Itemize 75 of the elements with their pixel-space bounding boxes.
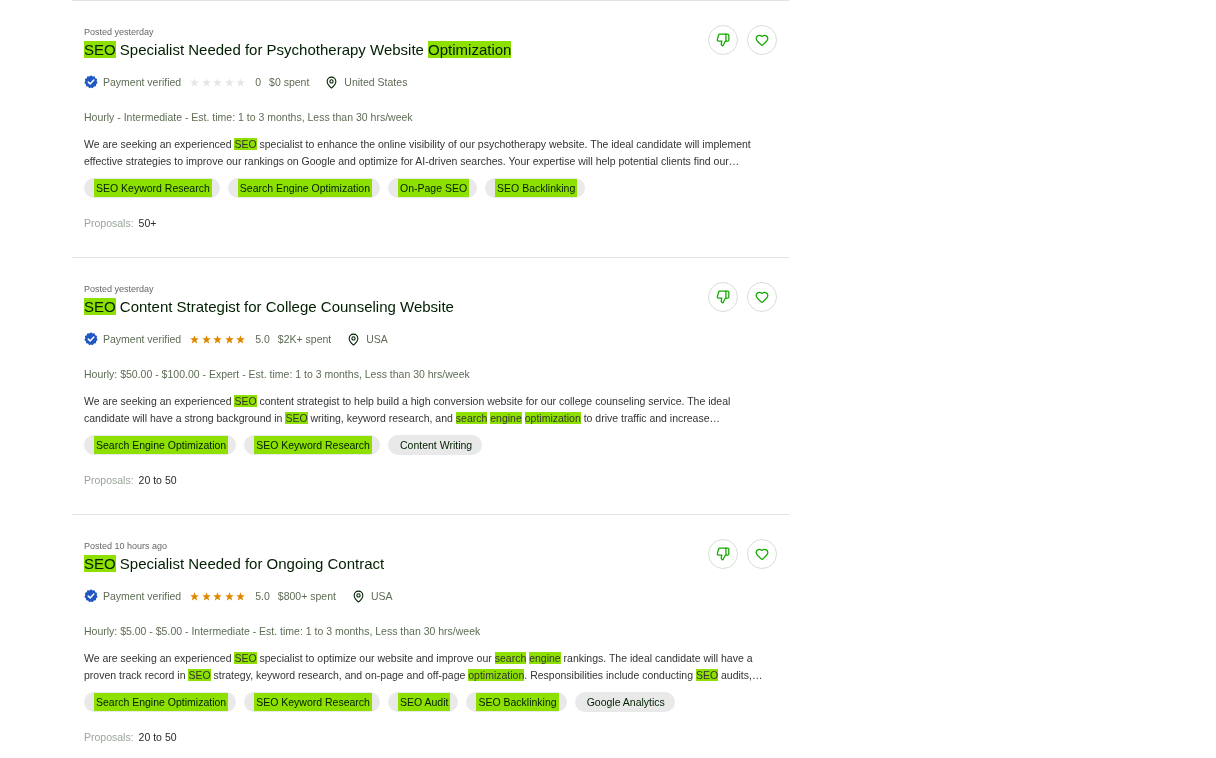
star-icon xyxy=(213,77,223,87)
client-rating: 5.0 xyxy=(255,333,270,345)
job-description: We are seeking an experienced SEO specialist to enhance the online visibility of our psychotherapy website. The ideal candidate will implement effective strategies to improve our rankings on Google and optimize for AI-driven searches. Your expertise will help potential clients find our… xyxy=(84,137,752,169)
star-icon xyxy=(213,334,223,344)
job-title[interactable]: SEO Content Strategist for College Counseling Website xyxy=(84,296,454,318)
star-icon xyxy=(190,591,200,601)
payment-status: Payment verified xyxy=(103,590,182,602)
job-description: We are seeking an experienced SEO specialist to optimize our website and improve our search engine rankings. The ideal candidate will have a proven track record in SEO strategy, keyword research, and on-page and off-page optimization. Responsibilities include conducting SEO audits,… xyxy=(84,651,764,683)
skill-tag[interactable]: SEO Keyword Research xyxy=(244,435,380,455)
dislike-button[interactable] xyxy=(708,25,738,55)
location-pin-icon xyxy=(347,332,361,346)
job-terms: Hourly: $5.00 - $5.00 - Intermediate - Est. time: 1 to 3 months, Less than 30 hrs/week xyxy=(84,624,482,639)
heart-icon xyxy=(755,290,769,304)
skill-tag[interactable]: SEO Keyword Research xyxy=(84,178,220,198)
job-title[interactable]: SEO Specialist Needed for Ongoing Contract xyxy=(84,553,385,575)
client-spent: $0 spent xyxy=(269,76,310,88)
save-button[interactable] xyxy=(747,25,777,55)
posted-time: Posted yesterday xyxy=(84,283,154,295)
dislike-button[interactable] xyxy=(708,282,738,312)
heart-icon xyxy=(755,547,769,561)
skill-tag[interactable]: Search Engine Optimization xyxy=(227,178,380,198)
dislike-button[interactable] xyxy=(708,539,738,569)
verified-badge-icon xyxy=(84,75,98,89)
star-icon xyxy=(213,591,223,601)
star-icon xyxy=(224,334,234,344)
posted-time: Posted 10 hours ago xyxy=(84,540,168,552)
location-pin-icon xyxy=(351,589,365,603)
star-icon xyxy=(190,334,200,344)
star-icon xyxy=(224,591,234,601)
thumbs-down-icon xyxy=(716,33,730,47)
client-location: USA xyxy=(370,590,393,602)
skill-tag[interactable]: SEO Backlinking xyxy=(485,178,586,198)
job-description: We are seeking an experienced SEO content strategist to help build a high conversion website for our college counseling service. The ideal candidate will have a strong background in SEO writing, keyword research, and search engine optimization to drive traffic and increase… xyxy=(84,394,732,426)
proposals-label: Proposals: xyxy=(84,730,134,745)
star-icon xyxy=(201,334,211,344)
client-rating: 5.0 xyxy=(255,590,270,602)
star-icon xyxy=(224,77,234,87)
client-spent: $2K+ spent xyxy=(277,333,332,345)
star-icon xyxy=(236,77,246,87)
proposals-label: Proposals: xyxy=(84,216,134,231)
skill-tag[interactable]: Search Engine Optimization xyxy=(84,692,237,712)
skill-tag[interactable]: Content Writing xyxy=(387,435,483,455)
proposals-count: 50+ xyxy=(138,216,157,231)
proposals-count: 20 to 50 xyxy=(138,473,177,488)
thumbs-down-icon xyxy=(716,547,730,561)
payment-status: Payment verified xyxy=(103,76,182,88)
job-terms: Hourly: $50.00 - $100.00 - Expert - Est. time: 1 to 3 months, Less than 30 hrs/week xyxy=(84,367,471,382)
star-icon xyxy=(236,334,246,344)
skill-tag[interactable]: Search Engine Optimization xyxy=(84,435,237,455)
verified-badge-icon xyxy=(84,589,98,603)
skill-tag[interactable]: On-Page SEO xyxy=(387,178,478,198)
skill-tag[interactable]: SEO Audit xyxy=(387,692,459,712)
verified-badge-icon xyxy=(84,332,98,346)
star-icon xyxy=(201,591,211,601)
location-pin-icon xyxy=(325,75,339,89)
proposals-count: 20 to 50 xyxy=(138,730,177,745)
save-button[interactable] xyxy=(747,282,777,312)
star-icon xyxy=(201,77,211,87)
proposals-label: Proposals: xyxy=(84,473,134,488)
payment-status: Payment verified xyxy=(103,333,182,345)
skill-tag[interactable]: Google Analytics xyxy=(574,692,675,712)
skill-tag[interactable]: SEO Backlinking xyxy=(466,692,567,712)
star-icon xyxy=(236,591,246,601)
job-terms: Hourly - Intermediate - Est. time: 1 to 3 months, Less than 30 hrs/week xyxy=(84,110,414,125)
save-button[interactable] xyxy=(747,539,777,569)
star-icon xyxy=(190,77,200,87)
posted-time: Posted yesterday xyxy=(84,26,154,38)
client-spent: $800+ spent xyxy=(277,590,336,602)
job-title[interactable]: SEO Specialist Needed for Psychotherapy Website Optimization xyxy=(84,39,512,61)
client-location: United States xyxy=(344,76,408,88)
skill-tag[interactable]: SEO Keyword Research xyxy=(244,692,380,712)
client-rating: 0 xyxy=(255,76,262,88)
thumbs-down-icon xyxy=(716,290,730,304)
heart-icon xyxy=(755,33,769,47)
client-location: USA xyxy=(366,333,388,345)
